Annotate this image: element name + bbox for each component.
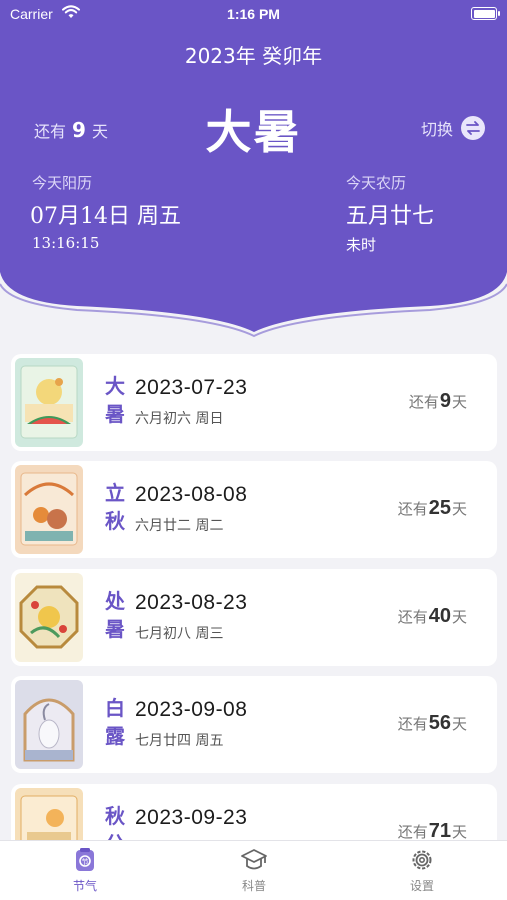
term-card-bailu[interactable]: 白露 2023-09-08 七月廿四 周五 还有 56 天 (11, 676, 497, 773)
term-name: 处暑 (105, 589, 125, 641)
tab-label: 科普 (241, 879, 266, 893)
autumn-equinox-illustration (15, 788, 83, 840)
summer-watermelon-illustration (15, 358, 83, 447)
term-days-remaining: 还有 56 天 (397, 712, 467, 734)
term-date: 2023-07-23 (135, 376, 248, 399)
term-name: 秋分 (105, 804, 125, 840)
term-date: 2023-08-08 (135, 483, 248, 506)
solar-term-list[interactable]: 大暑 2023-07-23 六月初六 周日 还有 9 天 立秋 2023-08-08… (0, 354, 507, 840)
switch-label: 切换 (420, 120, 453, 139)
solar-label: 今天阳历 (32, 174, 93, 192)
octagon-window-illustration (15, 573, 83, 662)
term-lunar-date: 七月廿四 周五 (135, 733, 224, 749)
switch-button[interactable]: 切换 (421, 116, 485, 140)
svg-text:节: 节 (82, 858, 89, 866)
term-name: 白露 (105, 696, 125, 748)
tab-solar-terms[interactable]: 节 节气 (45, 847, 125, 894)
term-card-liqiu[interactable]: 立秋 2023-08-08 六月廿二 周二 还有 25 天 (11, 461, 497, 558)
term-date: 2023-09-23 (135, 806, 248, 829)
tab-bar: 节 节气 科普 设置 (0, 840, 507, 900)
tab-settings[interactable]: 设置 (382, 847, 462, 894)
autumn-persimmon-illustration (15, 465, 83, 554)
term-days-remaining: 还有 40 天 (397, 605, 467, 627)
term-days-remaining: 还有 9 天 (408, 390, 467, 412)
battery-icon (471, 7, 500, 20)
term-days-remaining: 还有 25 天 (397, 497, 467, 519)
gear-icon (408, 847, 436, 873)
year-title: 2023年 癸卯年 (184, 44, 323, 68)
term-date: 2023-09-08 (135, 698, 248, 721)
tab-label: 节气 (72, 879, 97, 893)
term-lunar-date: 六月廿二 周二 (135, 518, 224, 534)
term-card-dashu[interactable]: 大暑 2023-07-23 六月初六 周日 还有 9 天 (11, 354, 497, 451)
term-lunar-date: 六月初六 周日 (135, 411, 224, 427)
solar-time: 13:16:15 (32, 234, 100, 252)
tab-label: 设置 (409, 879, 434, 893)
term-days-remaining: 还有 71 天 (397, 820, 467, 840)
tab-science[interactable]: 科普 (214, 847, 294, 894)
term-name: 立秋 (105, 481, 125, 533)
crane-arch-illustration (15, 680, 83, 769)
solar-date: 07月14日 周五 (30, 204, 181, 229)
term-date: 2023-08-23 (135, 591, 248, 614)
term-card-chushu[interactable]: 处暑 2023-08-23 七月初八 周三 还有 40 天 (11, 569, 497, 666)
lunar-label: 今天农历 (346, 174, 407, 192)
solar-term-icon: 节 (71, 847, 99, 873)
lunar-hour: 未时 (346, 236, 377, 254)
header-banner: Carrier 1:16 PM 2023年 癸卯年 还有 9 天 大暑 切换 今天阳… (0, 0, 507, 340)
swap-arrows-icon (461, 116, 485, 140)
graduation-cap-icon (240, 847, 268, 873)
term-card-qiufen[interactable]: 秋分 2023-09-23 还有71天 (11, 784, 497, 840)
lunar-date: 五月廿七 (346, 204, 435, 229)
status-bar: Carrier 1:16 PM (0, 0, 507, 28)
clock-time: 1:16 PM (227, 6, 280, 22)
term-name: 大暑 (105, 374, 125, 426)
term-lunar-date: 七月初八 周三 (135, 626, 224, 642)
